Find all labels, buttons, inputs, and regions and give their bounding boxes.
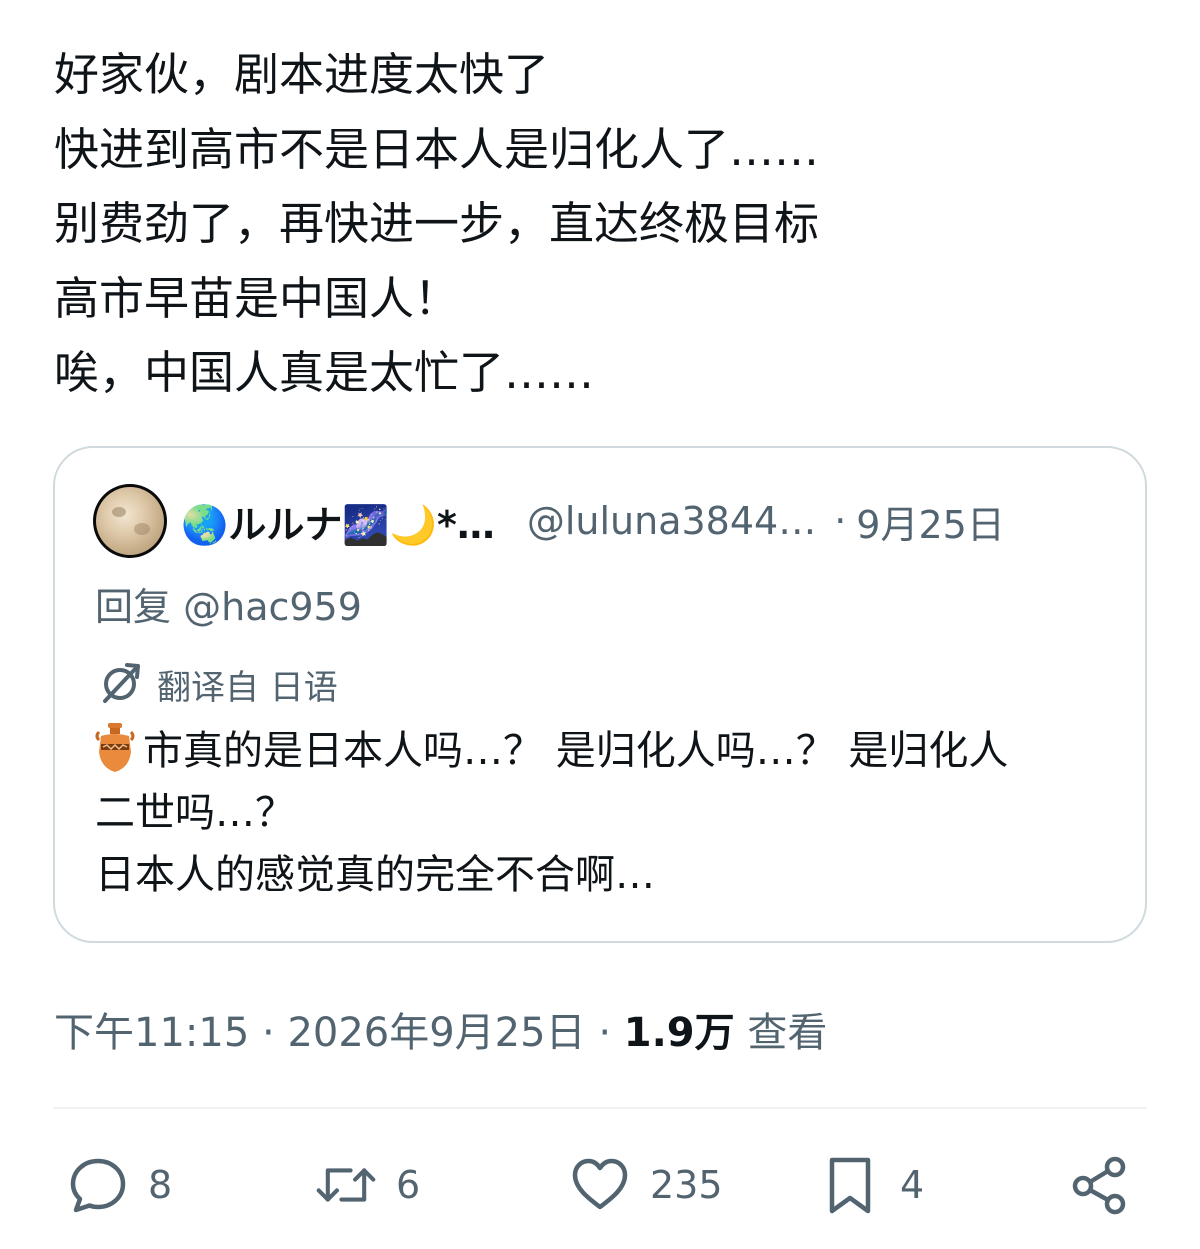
like-icon bbox=[572, 1158, 628, 1210]
translation-label-row: 翻译自 日语 bbox=[97, 660, 338, 708]
separator-dot: · bbox=[598, 1010, 624, 1056]
moon-image bbox=[96, 487, 164, 555]
translate-label: 翻译自 日语 bbox=[157, 667, 338, 708]
tweet-text: 好家伙，剧本进度太快了 快进到高市不是日本人是归化人了…… 别费劲了，再快进一步… bbox=[54, 38, 1154, 411]
reply-prefix: 回复 bbox=[95, 585, 172, 629]
bookmark-button[interactable]: 4 bbox=[820, 1150, 924, 1220]
retweet-icon bbox=[316, 1168, 376, 1202]
author-handle[interactable]: @luluna3844… bbox=[527, 499, 816, 543]
views-count: 1.9万 bbox=[623, 1010, 735, 1056]
quoted-tweet-header: 🌏ルルナ🌌🌙*… @luluna3844… · 9月25日 bbox=[93, 482, 1123, 560]
reply-handle-link[interactable]: @hac959 bbox=[183, 585, 362, 629]
retweet-count: 6 bbox=[396, 1163, 421, 1207]
tweet-line: 好家伙，剧本进度太快了 bbox=[54, 48, 550, 101]
bookmark-count: 4 bbox=[900, 1163, 925, 1207]
tweet-line: 唉，中国人真是太忙了…… bbox=[54, 346, 595, 399]
tweet-time[interactable]: 下午11:15 bbox=[54, 1010, 249, 1056]
retweet-button[interactable]: 6 bbox=[316, 1150, 420, 1220]
vase-emoji bbox=[95, 723, 135, 772]
author-name[interactable]: 🌏ルルナ🌌🌙*… bbox=[181, 494, 495, 549]
reply-icon bbox=[70, 1158, 126, 1213]
bookmark-icon bbox=[829, 1157, 871, 1214]
quote-line: 市真的是日本人吗…？ 是归化人吗…？ 是归化人 bbox=[95, 720, 1105, 782]
quote-line-text: 市真的是日本人吗…？ 是归化人吗…？ 是归化人 bbox=[143, 728, 1009, 774]
reply-to-line: 回复 @hac959 bbox=[95, 576, 362, 631]
separator-dot: · bbox=[834, 499, 847, 543]
quoted-tweet-body: 市真的是日本人吗…？ 是归化人吗…？ 是归化人 二世吗…？ 日本人的感觉真的完全… bbox=[95, 720, 1105, 906]
views-label: 查看 bbox=[747, 1010, 828, 1056]
tweet-line: 高市早苗是中国人！ bbox=[54, 271, 460, 325]
divider bbox=[53, 1107, 1147, 1109]
avatar[interactable] bbox=[93, 484, 167, 558]
share-button[interactable] bbox=[1070, 1150, 1130, 1220]
separator-dot: · bbox=[262, 1010, 288, 1056]
like-button[interactable]: 235 bbox=[570, 1150, 723, 1220]
reply-button[interactable]: 8 bbox=[68, 1150, 172, 1220]
action-bar: 8 6 235 4 bbox=[0, 1150, 1200, 1220]
tweet-line: 快进到高市不是日本人是归化人了…… bbox=[54, 122, 820, 176]
tweet-meta: 下午11:15 · 2026年9月25日 · 1.9万 查看 bbox=[54, 1000, 827, 1058]
quoted-tweet-date[interactable]: 9月25日 bbox=[856, 494, 1005, 549]
translate-icon bbox=[103, 663, 140, 703]
quote-line: 二世吗…？ bbox=[95, 790, 295, 836]
reply-count: 8 bbox=[148, 1163, 173, 1207]
like-count: 235 bbox=[650, 1163, 723, 1207]
quote-line: 日本人的感觉真的完全不合啊… bbox=[95, 852, 655, 898]
share-icon bbox=[1072, 1156, 1126, 1215]
tweet-date[interactable]: 2026年9月25日 bbox=[287, 1010, 585, 1056]
quoted-tweet-card[interactable]: 🌏ルルナ🌌🌙*… @luluna3844… · 9月25日 回复 @hac959… bbox=[53, 446, 1147, 943]
tweet-line: 别费劲了，再快进一步，直达终极目标 bbox=[54, 197, 820, 250]
